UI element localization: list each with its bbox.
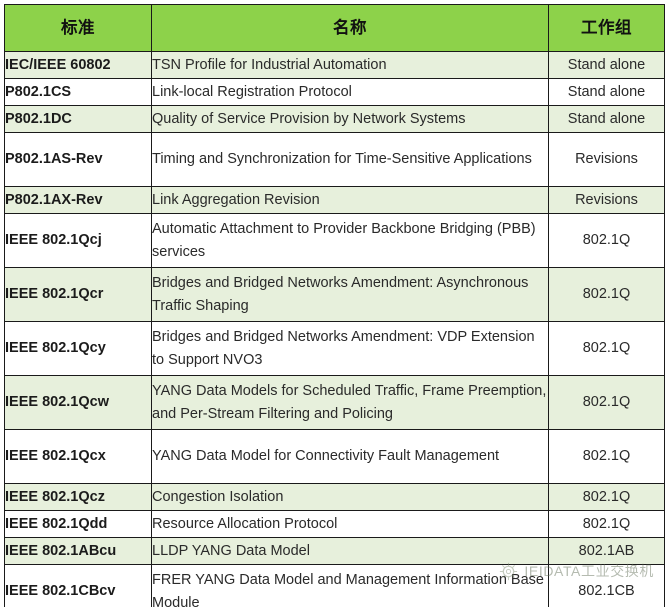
cell-workgroup: 802.1Q <box>548 375 665 430</box>
cell-name: Resource Allocation Protocol <box>151 510 549 538</box>
cell-standard: P802.1CS <box>4 78 152 106</box>
cell-name: Automatic Attachment to Provider Backbon… <box>151 213 549 268</box>
cell-name: Link Aggregation Revision <box>151 186 549 214</box>
table-row: IEEE 802.1Qdd Resource Allocation Protoco… <box>4 510 665 538</box>
cell-name: Quality of Service Provision by Network … <box>151 105 549 133</box>
header-row: 标准 名称 工作组 <box>4 4 665 52</box>
table-row: IEEE 802.1Qcw YANG Data Models for Schedu… <box>4 375 665 430</box>
cell-name: LLDP YANG Data Model <box>151 537 549 565</box>
cell-standard: P802.1DC <box>4 105 152 133</box>
cell-workgroup: 802.1Q <box>548 213 665 268</box>
cell-name: Bridges and Bridged Networks Amendment: … <box>151 321 549 376</box>
cell-workgroup: 802.1Q <box>548 429 665 484</box>
table-row: P802.1AX-Rev Link Aggregation Revision Rev… <box>4 186 665 214</box>
column-header-name: 名称 <box>151 4 549 52</box>
cell-workgroup: 802.1Q <box>548 321 665 376</box>
cell-workgroup: Revisions <box>548 186 665 214</box>
table-row: P802.1AS-Rev Timing and Synchronization f… <box>4 132 665 187</box>
cell-workgroup: Revisions <box>548 132 665 187</box>
cell-workgroup: 802.1Q <box>548 267 665 322</box>
standards-table: 标准 名称 工作组 IEC/IEEE 60802 TSN Profile for … <box>4 4 665 607</box>
table-row: IEC/IEEE 60802 TSN Profile for Industrial… <box>4 51 665 79</box>
cell-standard: IEEE 802.1Qcy <box>4 321 152 376</box>
table-row: P802.1DC Quality of Service Provision by … <box>4 105 665 133</box>
cell-standard: IEEE 802.1CBcv <box>4 564 152 607</box>
table-row: IEEE 802.1Qcx YANG Data Model for Connect… <box>4 429 665 484</box>
cell-standard: P802.1AX-Rev <box>4 186 152 214</box>
cell-name: Timing and Synchronization for Time-Sens… <box>151 132 549 187</box>
cell-standard: IEEE 802.1Qcz <box>4 483 152 511</box>
cell-standard: IEEE 802.1Qcx <box>4 429 152 484</box>
cell-name: Congestion Isolation <box>151 483 549 511</box>
cell-standard: IEC/IEEE 60802 <box>4 51 152 79</box>
table-row: IEEE 802.1ABcu LLDP YANG Data Model 802.1A… <box>4 537 665 565</box>
cell-name: YANG Data Model for Connectivity Fault M… <box>151 429 549 484</box>
cell-standard: IEEE 802.1Qdd <box>4 510 152 538</box>
cell-name: TSN Profile for Industrial Automation <box>151 51 549 79</box>
table-row: IEEE 802.1Qcy Bridges and Bridged Network… <box>4 321 665 376</box>
cell-workgroup: Stand alone <box>548 78 665 106</box>
cell-workgroup: 802.1AB <box>548 537 665 565</box>
cell-name: Bridges and Bridged Networks Amendment: … <box>151 267 549 322</box>
table-row: IEEE 802.1Qcj Automatic Attachment to Pro… <box>4 213 665 268</box>
cell-workgroup: 802.1Q <box>548 510 665 538</box>
table-page: 标准 名称 工作组 IEC/IEEE 60802 TSN Profile for … <box>0 0 668 607</box>
cell-name: YANG Data Models for Scheduled Traffic, … <box>151 375 549 430</box>
cell-workgroup: 802.1CB <box>548 564 665 607</box>
cell-standard: IEEE 802.1Qcw <box>4 375 152 430</box>
column-header-standard: 标准 <box>4 4 152 52</box>
column-header-workgroup: 工作组 <box>548 4 665 52</box>
cell-standard: IEEE 802.1Qcr <box>4 267 152 322</box>
table-row: IEEE 802.1Qcz Congestion Isolation 802.1Q <box>4 483 665 511</box>
table-body: IEC/IEEE 60802 TSN Profile for Industrial… <box>4 51 665 607</box>
table-row: IEEE 802.1Qcr Bridges and Bridged Network… <box>4 267 665 322</box>
cell-standard: IEEE 802.1Qcj <box>4 213 152 268</box>
table-row: IEEE 802.1CBcv FRER YANG Data Model and M… <box>4 564 665 607</box>
cell-name: FRER YANG Data Model and Management Info… <box>151 564 549 607</box>
cell-standard: IEEE 802.1ABcu <box>4 537 152 565</box>
cell-workgroup: 802.1Q <box>548 483 665 511</box>
table-row: P802.1CS Link-local Registration Protocol… <box>4 78 665 106</box>
table-header: 标准 名称 工作组 <box>4 4 665 52</box>
cell-workgroup: Stand alone <box>548 51 665 79</box>
cell-name: Link-local Registration Protocol <box>151 78 549 106</box>
cell-workgroup: Stand alone <box>548 105 665 133</box>
cell-standard: P802.1AS-Rev <box>4 132 152 187</box>
